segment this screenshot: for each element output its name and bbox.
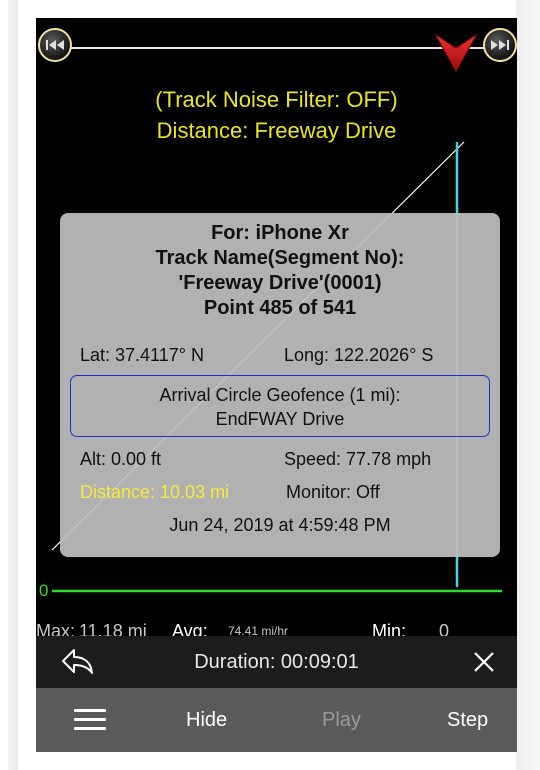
bottom-toolbar: Hide Play Step xyxy=(36,688,517,752)
close-icon[interactable] xyxy=(470,648,498,676)
duration-bar: Duration: 00:09:01 xyxy=(36,636,517,688)
step-button[interactable]: Step xyxy=(447,708,488,732)
playback-scrubber[interactable] xyxy=(58,47,496,49)
duration-label: Duration: 00:09:01 xyxy=(194,651,359,673)
axis-zero-label: 0 xyxy=(39,581,49,600)
noise-filter-status: (Track Noise Filter: OFF) xyxy=(155,87,398,112)
point-counter: Point 485 of 541 xyxy=(203,297,357,319)
track-name: 'Freeway Drive'(0001) xyxy=(178,272,382,294)
skip-next-button[interactable] xyxy=(483,28,517,62)
play-button[interactable]: Play xyxy=(322,708,361,732)
geofence-box: Arrival Circle Geofence (1 mi): EndFWAY … xyxy=(70,375,490,437)
skip-previous-icon xyxy=(46,40,64,50)
speed: Speed: 77.78 mph xyxy=(284,449,432,469)
longitude: Long: 122.2026° S xyxy=(284,345,434,365)
geofence-name: EndFWAY Drive xyxy=(215,409,345,429)
track-player-screen: (Track Noise Filter: OFF) Distance: Free… xyxy=(36,18,517,752)
track-name-label: Track Name(Segment No): xyxy=(155,247,405,269)
device-label: For: iPhone Xr xyxy=(211,222,349,244)
left-bezel xyxy=(8,0,18,770)
chart-title: Distance: Freeway Drive xyxy=(156,118,397,143)
geofence-title: Arrival Circle Geofence (1 mi): xyxy=(159,385,401,405)
timestamp: Jun 24, 2019 at 4:59:48 PM xyxy=(169,515,391,535)
skip-next-icon xyxy=(491,40,509,50)
monitor-status: Monitor: Off xyxy=(286,482,380,502)
skip-previous-button[interactable] xyxy=(38,28,72,62)
altitude: Alt: 0.00 ft xyxy=(80,449,162,469)
hamburger-menu-icon[interactable] xyxy=(74,707,106,733)
app-frame: (Track Noise Filter: OFF) Distance: Free… xyxy=(0,0,540,770)
right-bezel xyxy=(516,0,540,770)
point-info-panel: For: iPhone Xr Track Name(Segment No): '… xyxy=(60,213,500,557)
hide-button[interactable]: Hide xyxy=(186,708,227,732)
latitude: Lat: 37.4117° N xyxy=(80,345,204,365)
position-marker-icon[interactable] xyxy=(433,28,479,74)
distance-value: Distance: 10.03 mi xyxy=(80,482,230,502)
